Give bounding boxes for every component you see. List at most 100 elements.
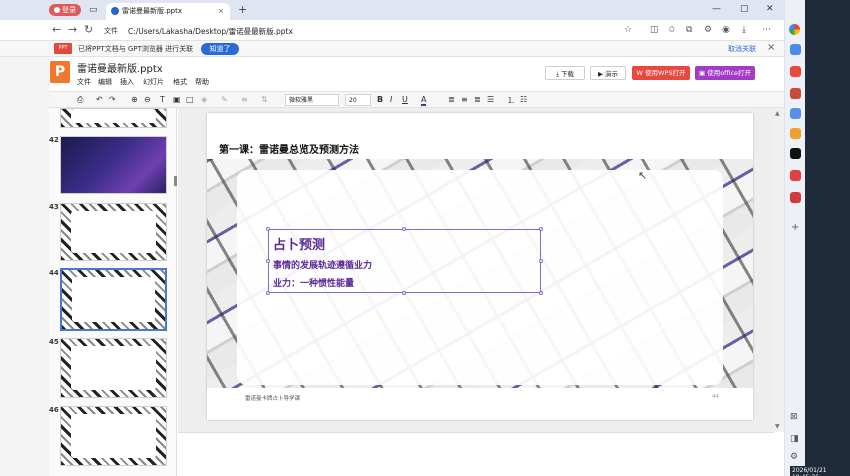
font-size-select[interactable]: 20 — [345, 94, 371, 106]
align-left-icon[interactable]: ≣ — [448, 95, 455, 104]
infobar-close-icon[interactable]: × — [767, 42, 775, 53]
sidebar-toggle-icon[interactable]: ▭ — [89, 5, 98, 15]
line-color-icon[interactable]: ✎ — [221, 95, 228, 104]
favorites-icon[interactable]: ✩ — [668, 25, 676, 35]
wps-icon: W — [636, 69, 645, 77]
menu-format[interactable]: 格式 — [173, 77, 187, 87]
selected-textbox[interactable]: 占卜预测 事情的发展轨迹遵循业力 业力：一种惯性能量 — [266, 227, 543, 295]
got-it-button[interactable]: 知道了 — [201, 43, 239, 55]
menu-edit[interactable]: 编辑 — [98, 77, 112, 87]
mouse-cursor-icon: ↖ — [638, 169, 648, 182]
slide-thumbnail-42[interactable] — [60, 136, 167, 194]
download-icon[interactable]: ⤓ — [742, 25, 746, 35]
forward-icon[interactable]: → — [68, 23, 77, 36]
cancel-association-link[interactable]: 取消关联 — [728, 44, 756, 54]
open-office-button[interactable]: ▣ 使用office打开 — [695, 66, 755, 80]
google-icon[interactable] — [789, 24, 800, 35]
url-input[interactable]: C:/Users/Lakasha/Desktop/雷诺曼最新版.pptx — [128, 26, 293, 37]
app-icon-5[interactable] — [790, 192, 801, 203]
slideshow-button[interactable]: ▶ 演示 — [590, 66, 626, 80]
more-menu-icon[interactable]: ⋯ — [762, 25, 771, 35]
redo-icon[interactable]: ↷ — [109, 95, 116, 104]
slide-thumbnail-44-selected[interactable] — [60, 268, 167, 331]
font-family-select[interactable]: 微软雅黑 — [285, 94, 339, 106]
download-button[interactable]: ⤓ 下载 — [545, 66, 585, 80]
resize-handle-l[interactable] — [266, 259, 270, 263]
settings-icon[interactable]: ⚙ — [790, 452, 798, 462]
app-icon-4[interactable] — [790, 128, 801, 139]
slide-thumbnail-43[interactable] — [60, 203, 167, 261]
line-style-icon[interactable]: ≡ — [241, 95, 248, 104]
sidebar-expand-icon[interactable]: ◨ — [790, 434, 799, 444]
scroll-down-icon[interactable]: ▼ — [775, 423, 780, 430]
app-icon-3[interactable] — [790, 108, 801, 119]
tiktok-icon[interactable] — [790, 148, 801, 159]
font-color-button[interactable]: A — [421, 95, 427, 106]
slide-page-number: 44 — [712, 394, 719, 400]
back-icon[interactable]: ← — [52, 23, 61, 36]
sidebar-layout-icon[interactable]: ⊠ — [790, 412, 798, 422]
menu-slide[interactable]: 幻灯片 — [143, 77, 164, 87]
app-icon-2[interactable] — [790, 88, 801, 99]
resize-handle-b[interactable] — [402, 291, 406, 295]
align-right-icon[interactable]: ≣ — [474, 95, 481, 104]
shape-icon[interactable]: □ — [186, 95, 194, 104]
thumbnail-scrollbar[interactable] — [174, 176, 177, 186]
scroll-up-icon[interactable]: ▲ — [775, 110, 780, 117]
maximize-button[interactable]: ▢ — [740, 4, 749, 14]
slide-title[interactable]: 第一课：雷诺曼总览及预测方法 — [219, 141, 359, 156]
numbered-list-icon[interactable]: ⒈ — [507, 95, 515, 106]
slide-thumbnail-41[interactable] — [60, 108, 167, 128]
menu-insert[interactable]: 插入 — [120, 77, 134, 87]
app-icon-1[interactable] — [790, 66, 801, 77]
bold-button[interactable]: B — [377, 95, 383, 104]
play-icon: ▶ — [597, 70, 606, 78]
textbox-heading[interactable]: 占卜预测 — [273, 234, 325, 253]
minimize-button[interactable]: — — [712, 4, 721, 14]
resize-handle-tl[interactable] — [266, 227, 270, 231]
new-tab-button[interactable]: + — [238, 3, 247, 16]
undo-icon[interactable]: ↶ — [96, 95, 103, 104]
textbox-line-2[interactable]: 业力：一种惯性能量 — [273, 276, 354, 289]
slide-thumbnail-46[interactable] — [60, 406, 167, 466]
weibo-icon[interactable] — [790, 170, 801, 181]
resize-handle-r[interactable] — [539, 259, 543, 263]
split-screen-icon[interactable]: ◫ — [650, 25, 659, 35]
menu-help[interactable]: 帮助 — [195, 77, 209, 87]
menu-file[interactable]: 文件 — [77, 77, 91, 87]
add-icon[interactable]: + — [791, 222, 799, 233]
speaker-notes-panel[interactable] — [178, 432, 774, 476]
slide-thumbnail-45[interactable] — [60, 338, 167, 398]
justify-icon[interactable]: ☰ — [487, 95, 494, 104]
login-button[interactable]: 登录 — [49, 4, 81, 16]
bookmark-icon[interactable] — [790, 44, 801, 55]
italic-button[interactable]: I — [390, 95, 392, 104]
star-icon[interactable]: ☆ — [624, 25, 632, 35]
image-icon[interactable]: ▣ — [173, 95, 181, 104]
zoom-out-icon[interactable]: ⊖ — [144, 95, 151, 104]
textbox-line-1[interactable]: 事情的发展轨迹遵循业力 — [273, 258, 372, 271]
zoom-in-icon[interactable]: ⊕ — [131, 95, 138, 104]
textbox-icon[interactable]: T — [160, 95, 165, 104]
align-center-icon[interactable]: ≡ — [461, 95, 468, 104]
collections-icon[interactable]: ⧉ — [686, 25, 692, 35]
reload-icon[interactable]: ↻ — [84, 23, 93, 36]
close-window-button[interactable]: ✕ — [766, 4, 774, 14]
arrange-icon[interactable]: ⇅ — [261, 95, 268, 104]
resize-handle-tr[interactable] — [539, 227, 543, 231]
profile-icon[interactable]: ◉ — [722, 25, 730, 35]
underline-button[interactable]: U — [402, 95, 408, 104]
current-slide[interactable]: 第一课：雷诺曼总览及预测方法 占卜预测 事情的发展轨迹遵循业力 业力：一种惯性能… — [207, 113, 753, 420]
globe-icon — [111, 7, 119, 15]
resize-handle-t[interactable] — [402, 227, 406, 231]
bullet-list-icon[interactable]: ☷ — [520, 95, 527, 104]
open-wps-button[interactable]: W 使用WPS打开 — [632, 66, 690, 80]
resize-handle-bl[interactable] — [266, 291, 270, 295]
editor-scrollbar[interactable]: ▲ ▼ — [774, 108, 784, 432]
tab-document[interactable]: 雷诺曼最新版.pptx × — [106, 3, 230, 20]
tab-close-icon[interactable]: × — [218, 3, 224, 19]
resize-handle-br[interactable] — [539, 291, 543, 295]
print-icon[interactable]: ⎙ — [77, 95, 83, 105]
fill-color-icon[interactable]: ◈ — [201, 95, 207, 104]
extension-icon[interactable]: ⚙ — [704, 25, 712, 35]
